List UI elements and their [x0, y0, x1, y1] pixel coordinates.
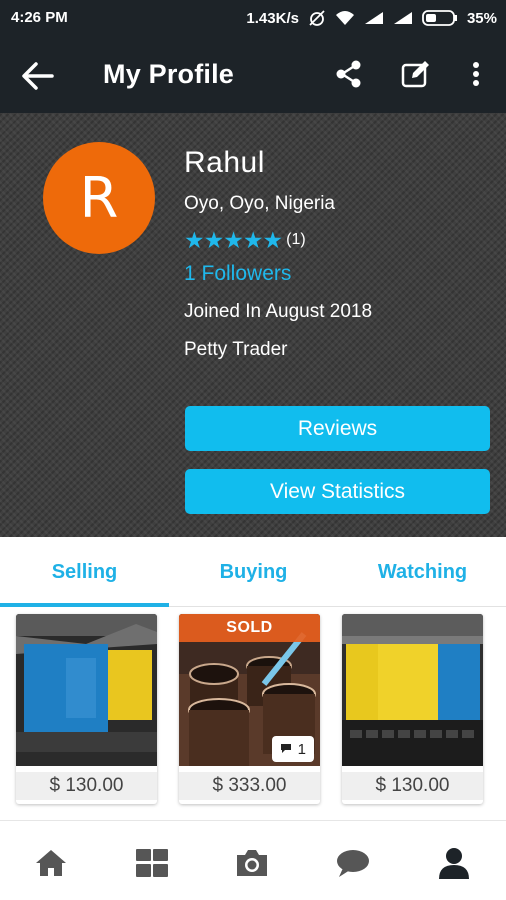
- listing-card[interactable]: SOLD 1 $ 333.00: [179, 614, 320, 804]
- signal-icon: [364, 11, 384, 25]
- tab-indicator: [0, 603, 169, 607]
- followers-link[interactable]: 1 Followers: [184, 262, 291, 286]
- tab-buying[interactable]: Buying: [169, 537, 338, 607]
- avatar[interactable]: R: [43, 142, 155, 254]
- nav-categories[interactable]: [134, 845, 170, 881]
- profile-icon: [439, 848, 469, 879]
- nav-profile[interactable]: [436, 845, 472, 881]
- listing-card[interactable]: $ 130.00: [342, 614, 483, 804]
- profile-header: R Rahul Oyo, Oyo, Nigeria ★★★★★ (1) 1 Fo…: [0, 113, 506, 537]
- back-button[interactable]: [18, 56, 58, 96]
- battery-level: 35%: [466, 9, 497, 27]
- share-icon: [336, 60, 361, 88]
- arrow-back-icon: [22, 62, 54, 90]
- view-statistics-button[interactable]: View Statistics: [185, 469, 490, 514]
- network-speed: 1.43K/s: [246, 9, 299, 27]
- listing-image: [16, 614, 157, 766]
- app-bar: My Profile: [0, 36, 506, 113]
- tab-selling[interactable]: Selling: [0, 537, 169, 607]
- status-bar: 4:26 PM 1.43K/s 35%: [0, 0, 506, 36]
- share-button[interactable]: [331, 56, 367, 92]
- rating: ★★★★★ (1): [184, 228, 306, 252]
- nav-messages[interactable]: [335, 845, 371, 881]
- battery-icon: [422, 10, 458, 26]
- rating-count: (1): [286, 231, 306, 248]
- messages-icon: [337, 850, 369, 877]
- more-options-button[interactable]: [462, 56, 490, 92]
- comment-icon: [280, 744, 291, 753]
- listing-card[interactable]: $ 130.00: [16, 614, 157, 804]
- tab-watching[interactable]: Watching: [338, 537, 506, 607]
- sold-badge: SOLD: [179, 614, 320, 642]
- comment-count: 1: [297, 740, 306, 758]
- wifi-icon: [335, 10, 355, 26]
- joined-date: Joined In August 2018: [184, 301, 373, 322]
- profile-location: Oyo, Oyo, Nigeria: [184, 193, 335, 214]
- status-indicators: 1.43K/s 35%: [246, 9, 497, 27]
- listing-price: $ 333.00: [179, 772, 320, 800]
- signal-icon-2: [393, 11, 413, 25]
- comment-count-badge: 1: [271, 736, 314, 762]
- trader-type: Petty Trader: [184, 339, 288, 360]
- camera-icon: [237, 850, 267, 876]
- home-icon: [36, 850, 66, 876]
- listing-image: [342, 614, 483, 766]
- profile-name: Rahul: [184, 146, 265, 179]
- listing-price: $ 130.00: [342, 772, 483, 800]
- nav-home[interactable]: [33, 845, 69, 881]
- alarm-off-icon: [308, 9, 326, 27]
- nav-camera[interactable]: [234, 845, 270, 881]
- edit-icon: [401, 61, 429, 88]
- rating-stars: ★★★★★: [184, 227, 283, 253]
- listing-tabs: Selling Buying Watching: [0, 537, 506, 607]
- categories-icon: [136, 849, 168, 877]
- edit-button[interactable]: [398, 56, 434, 92]
- page-title: My Profile: [103, 59, 235, 89]
- reviews-button[interactable]: Reviews: [185, 406, 490, 451]
- status-time: 4:26 PM: [11, 9, 68, 26]
- listings-grid: $ 130.00 SOLD 1 $ 333.00 $ 130.00: [0, 608, 506, 820]
- more-vert-icon: [473, 62, 479, 86]
- listing-price: $ 130.00: [16, 772, 157, 800]
- bottom-navigation: [0, 820, 506, 900]
